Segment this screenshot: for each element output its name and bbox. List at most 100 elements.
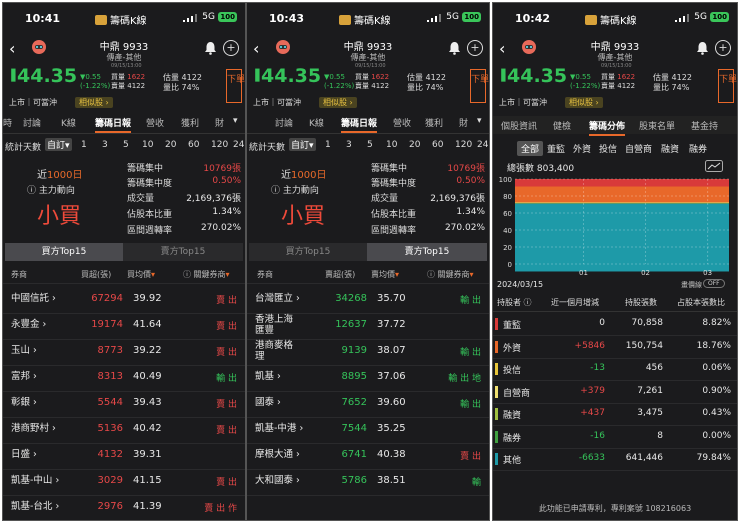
table-row[interactable]: 凱基-中山 › 3029 41.15 賣 出 bbox=[3, 469, 245, 496]
table-row[interactable]: 台灣匯立 › 34268 35.70 輸 出 bbox=[247, 287, 489, 314]
filter-dealer[interactable]: 自營商 bbox=[625, 142, 652, 155]
broker-name[interactable]: 彰銀 › bbox=[11, 397, 37, 408]
tab-funds[interactable]: 基金持 bbox=[691, 119, 718, 132]
day-option[interactable]: 20 bbox=[409, 140, 420, 150]
list-item[interactable]: 融券 -16 8 0.00% bbox=[493, 426, 737, 449]
broker-name[interactable]: 國泰 › bbox=[255, 397, 281, 408]
tab-revenue[interactable]: 營收 bbox=[393, 116, 411, 129]
filter-foreign[interactable]: 外資 bbox=[573, 142, 591, 155]
price-line-toggle[interactable]: OFF bbox=[703, 279, 725, 288]
table-row[interactable]: 凱基 › 8895 37.06 輸 出 地 bbox=[247, 365, 489, 392]
filter-short[interactable]: 融券 bbox=[689, 142, 707, 155]
bell-icon[interactable] bbox=[448, 41, 461, 55]
order-button[interactable]: 下單 bbox=[718, 69, 737, 103]
broker-name[interactable]: 富邦 › bbox=[11, 371, 37, 382]
broker-name[interactable]: 永豐金 › bbox=[11, 319, 46, 330]
table-row[interactable]: 港商麥格 理 9139 38.07 輸 出 bbox=[247, 339, 489, 366]
tab-buy-top15[interactable]: 買方Top15 bbox=[249, 243, 367, 261]
bell-icon[interactable] bbox=[696, 41, 709, 55]
broker-name[interactable]: 凱基-中山 › bbox=[11, 475, 59, 486]
table-row[interactable]: 中國信託 › 67294 39.92 賣 出 bbox=[3, 287, 245, 314]
broker-name[interactable]: 凱基-中港 › bbox=[255, 423, 303, 434]
table-row[interactable]: 香港上海 匯豐 12637 37.72 bbox=[247, 313, 489, 340]
add-watchlist-icon[interactable]: + bbox=[223, 40, 239, 56]
table-row[interactable]: 玉山 › 8773 39.22 賣 出 bbox=[3, 339, 245, 366]
table-row[interactable]: 永豐金 › 19174 41.64 賣 出 bbox=[3, 313, 245, 340]
similar-stocks-button[interactable]: 相似股 › bbox=[565, 97, 603, 108]
list-item[interactable]: 其他 -6633 641,446 79.84% bbox=[493, 448, 737, 471]
filter-directors[interactable]: 董監 bbox=[547, 142, 565, 155]
order-button[interactable]: 下單 bbox=[226, 69, 245, 103]
day-option[interactable]: 10 bbox=[386, 140, 397, 150]
list-item[interactable]: 投信 -13 456 0.06% bbox=[493, 358, 737, 381]
tab-revenue[interactable]: 營收 bbox=[146, 116, 164, 129]
tab-kline[interactable]: K線 bbox=[61, 116, 76, 129]
filter-all[interactable]: 全部 bbox=[517, 141, 544, 156]
tab-buy-top15[interactable]: 買方Top15 bbox=[5, 243, 123, 261]
broker-name[interactable]: 日盛 › bbox=[11, 449, 37, 460]
tab-finance[interactable]: 財 bbox=[459, 116, 468, 129]
table-row[interactable]: 彰銀 › 5544 39.43 賣 出 bbox=[3, 391, 245, 418]
day-custom[interactable]: 自訂▾ bbox=[45, 138, 72, 151]
broker-name[interactable]: 凱基-台北 › bbox=[11, 501, 59, 512]
list-item[interactable]: 融資 +437 3,475 0.43% bbox=[493, 403, 737, 426]
tab-shareholders[interactable]: 股東名單 bbox=[639, 119, 675, 132]
tab-chip-distribution[interactable]: 籌碼分佈 bbox=[589, 119, 626, 136]
table-row[interactable]: 港商野村 › 5136 40.42 賣 出 bbox=[3, 417, 245, 444]
tab-checkup[interactable]: 健檢 bbox=[553, 119, 571, 132]
table-row[interactable]: 大和國泰 › 5786 38.51 輸 bbox=[247, 469, 489, 496]
day-option[interactable]: 24 bbox=[477, 140, 488, 150]
list-item[interactable]: 董監 0 70,858 8.82% bbox=[493, 313, 737, 336]
filter-trust[interactable]: 投信 bbox=[599, 142, 617, 155]
day-option[interactable]: 10 bbox=[142, 140, 153, 150]
day-option[interactable]: 20 bbox=[165, 140, 176, 150]
tab-chip-daily[interactable]: 籌碼日報 bbox=[341, 116, 378, 133]
day-option[interactable]: 120 bbox=[211, 140, 228, 150]
chevron-down-icon[interactable]: ▾ bbox=[477, 116, 482, 126]
broker-name[interactable]: 香港上海 匯豐 bbox=[255, 314, 293, 336]
broker-name[interactable]: 凱基 › bbox=[255, 371, 281, 382]
table-row[interactable]: 國泰 › 7652 39.60 輸 出 bbox=[247, 391, 489, 418]
bell-icon[interactable] bbox=[204, 41, 217, 55]
similar-stocks-button[interactable]: 相似股 › bbox=[75, 97, 113, 108]
broker-name[interactable]: 摩根大通 › bbox=[255, 449, 300, 460]
tab-time[interactable]: 時 bbox=[3, 116, 12, 129]
tab-sell-top15[interactable]: 賣方Top15 bbox=[367, 243, 487, 261]
tab-sell-top15[interactable]: 賣方Top15 bbox=[123, 243, 243, 261]
day-option[interactable]: 5 bbox=[367, 140, 373, 150]
day-option[interactable]: 3 bbox=[102, 140, 108, 150]
chevron-down-icon[interactable]: ▾ bbox=[233, 116, 238, 126]
order-button[interactable]: 下單 bbox=[470, 69, 489, 103]
tab-kline[interactable]: K線 bbox=[309, 116, 324, 129]
tab-chip-daily[interactable]: 籌碼日報 bbox=[95, 116, 132, 133]
broker-name[interactable]: 港商麥格 理 bbox=[255, 340, 293, 362]
add-watchlist-icon[interactable]: + bbox=[715, 40, 731, 56]
day-option[interactable]: 3 bbox=[346, 140, 352, 150]
table-row[interactable]: 富邦 › 8313 40.49 輸 出 bbox=[3, 365, 245, 392]
similar-stocks-button[interactable]: 相似股 › bbox=[319, 97, 357, 108]
day-option[interactable]: 60 bbox=[432, 140, 443, 150]
broker-name[interactable]: 中國信託 › bbox=[11, 293, 56, 304]
day-option[interactable]: 1 bbox=[81, 140, 87, 150]
table-row[interactable]: 凱基-台北 › 2976 41.39 賣 出 作 bbox=[3, 495, 245, 520]
day-custom[interactable]: 自訂▾ bbox=[289, 138, 316, 151]
day-option[interactable]: 1 bbox=[325, 140, 331, 150]
tab-profit[interactable]: 獲利 bbox=[181, 116, 199, 129]
broker-name[interactable]: 台灣匯立 › bbox=[255, 293, 300, 304]
broker-name[interactable]: 港商野村 › bbox=[11, 423, 56, 434]
list-item[interactable]: 自營商 +379 7,261 0.90% bbox=[493, 381, 737, 404]
tab-stock-info[interactable]: 個股資訊 bbox=[501, 119, 537, 132]
table-row[interactable]: 凱基-中港 › 7544 35.25 bbox=[247, 417, 489, 444]
add-watchlist-icon[interactable]: + bbox=[467, 40, 483, 56]
broker-name[interactable]: 玉山 › bbox=[11, 345, 37, 356]
tab-finance[interactable]: 財 bbox=[215, 116, 224, 129]
day-option[interactable]: 24 bbox=[233, 140, 244, 150]
tab-profit[interactable]: 獲利 bbox=[425, 116, 443, 129]
table-row[interactable]: 日盛 › 4132 39.31 bbox=[3, 443, 245, 470]
day-option[interactable]: 60 bbox=[188, 140, 199, 150]
list-item[interactable]: 外資 +5846 150,754 18.76% bbox=[493, 336, 737, 359]
table-row[interactable]: 摩根大通 › 6741 40.38 賣 出 bbox=[247, 443, 489, 470]
filter-margin[interactable]: 融資 bbox=[661, 142, 679, 155]
day-option[interactable]: 5 bbox=[123, 140, 129, 150]
chart-toggle-icon[interactable] bbox=[705, 160, 723, 172]
